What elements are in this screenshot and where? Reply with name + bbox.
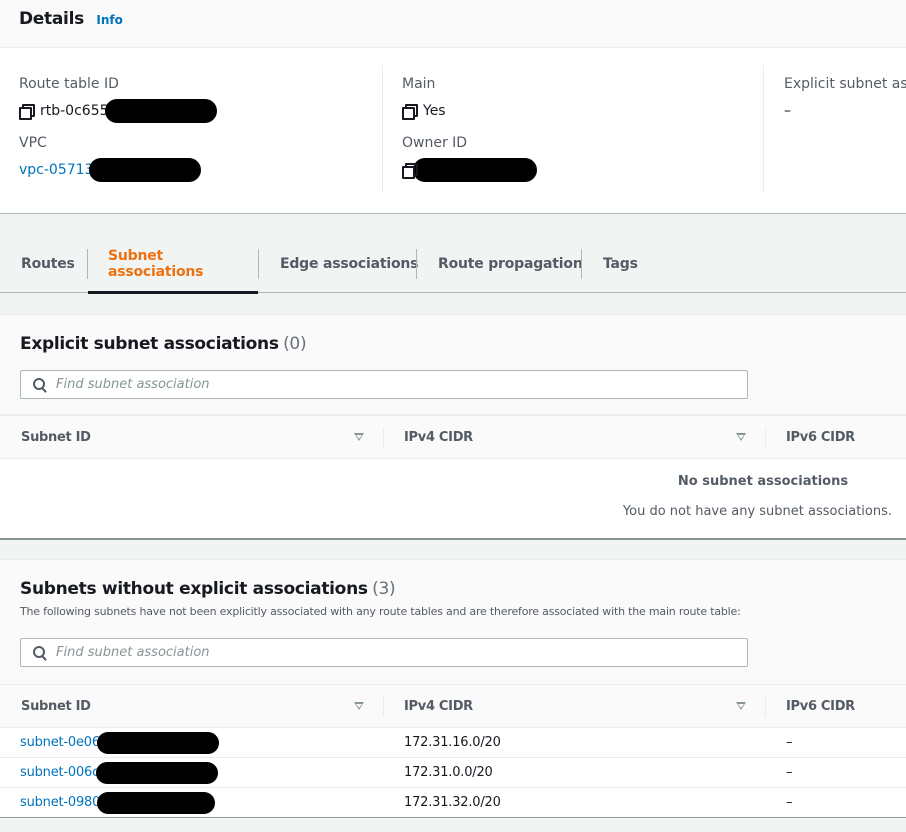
implicit-associations-container: Subnets without explicit associations (3… (0, 559, 906, 819)
redaction-mark (89, 158, 202, 182)
route-table-id-value: rtb-0c655 (40, 103, 109, 119)
copy-icon[interactable] (19, 104, 35, 120)
column-resizer[interactable] (383, 697, 384, 717)
redaction-mark (97, 791, 216, 814)
column-resizer[interactable] (765, 428, 766, 448)
explicit-subnet-associations-field: Explicit subnet asso – (784, 76, 906, 121)
table-row: subnet-0e06 172.31.16.0/20 – (0, 728, 906, 758)
details-column-1: Route table ID rtb-0c655 VPC vpc-05713 (0, 65, 382, 193)
tab-tags[interactable]: Tags (603, 248, 638, 293)
tab-edge-associations[interactable]: Edge associations (280, 248, 418, 293)
explicit-subnet-associations-value: – (784, 103, 791, 119)
main-value: Yes (423, 103, 446, 119)
copy-icon[interactable] (402, 104, 418, 120)
column-header-ipv4-cidr[interactable]: IPv4 CIDR (404, 416, 473, 458)
details-column-3: Explicit subnet asso – (763, 65, 906, 193)
details-panel: Details Info Route table ID rtb-0c655 VP… (0, 0, 906, 214)
implicit-associations-title: Subnets without explicit associations (20, 579, 368, 599)
tab-separator (581, 249, 582, 279)
implicit-table-header: Subnet ID IPv4 CIDR IPv6 CIDR (0, 684, 906, 728)
explicit-associations-title: Explicit subnet associations (20, 334, 279, 354)
column-resizer[interactable] (383, 428, 384, 448)
implicit-search-input[interactable] (56, 645, 736, 660)
empty-state-description: You do not have any subnet associations. (622, 504, 892, 519)
details-title: Details (19, 9, 84, 29)
ipv6-cidr-cell: – (786, 795, 793, 810)
explicit-search-input[interactable] (56, 377, 736, 392)
sort-icon[interactable] (736, 702, 746, 710)
column-header-ipv6-cidr[interactable]: IPv6 CIDR (786, 685, 855, 727)
explicit-search-field[interactable] (20, 370, 748, 399)
column-resizer[interactable] (765, 697, 766, 717)
search-icon (33, 645, 47, 660)
column-header-ipv4-cidr[interactable]: IPv4 CIDR (404, 685, 473, 727)
vpc-label: VPC (19, 135, 47, 151)
sort-icon[interactable] (354, 702, 364, 710)
implicit-search-field[interactable] (20, 638, 748, 667)
sort-icon[interactable] (736, 433, 746, 441)
details-header: Details Info (0, 0, 906, 48)
column-header-subnet-id[interactable]: Subnet ID (21, 685, 91, 727)
redaction-mark (104, 99, 217, 123)
route-table-id-field: Route table ID rtb-0c655 (19, 76, 382, 123)
column-header-ipv6-cidr[interactable]: IPv6 CIDR (786, 416, 855, 458)
explicit-table-header: Subnet ID IPv4 CIDR IPv6 CIDR (0, 415, 906, 459)
tab-separator (258, 249, 259, 279)
ipv6-cidr-cell: – (786, 735, 793, 750)
column-header-subnet-id[interactable]: Subnet ID (21, 416, 91, 458)
tab-bar: Routes Subnet associations Edge associat… (0, 215, 906, 294)
vpc-field: VPC vpc-05713 (19, 135, 382, 182)
tab-route-propagation[interactable]: Route propagation (438, 248, 583, 293)
tab-separator (416, 249, 417, 279)
table-row: subnet-0980 172.31.32.0/20 – (0, 788, 906, 818)
implicit-associations-count: (3) (372, 579, 396, 599)
explicit-subnet-associations-label: Explicit subnet asso (784, 76, 906, 92)
ipv6-cidr-cell: – (786, 765, 793, 780)
subnet-id-link[interactable]: subnet-006c (20, 765, 99, 780)
explicit-associations-count: (0) (283, 334, 307, 354)
owner-id-field: Owner ID (402, 135, 763, 182)
route-table-id-label: Route table ID (19, 76, 119, 92)
implicit-associations-description: The following subnets have not been expl… (20, 605, 741, 618)
main-label: Main (402, 76, 436, 92)
table-row: subnet-006c 172.31.0.0/20 – (0, 758, 906, 788)
redaction-mark (96, 731, 219, 754)
tab-subnet-associations[interactable]: Subnet associations (88, 248, 258, 294)
ipv4-cidr-cell: 172.31.0.0/20 (404, 765, 493, 780)
explicit-associations-container: Explicit subnet associations (0) Subnet … (0, 314, 906, 540)
details-column-2: Main Yes Owner ID (382, 65, 763, 193)
sort-icon[interactable] (354, 433, 364, 441)
subnet-id-link[interactable]: subnet-0e06 (20, 735, 100, 750)
vpc-link[interactable]: vpc-05713 (19, 162, 93, 178)
empty-state-title: No subnet associations (677, 474, 849, 489)
redaction-mark (413, 158, 537, 182)
subnet-id-link[interactable]: subnet-0980 (20, 795, 100, 810)
ipv4-cidr-cell: 172.31.32.0/20 (404, 795, 501, 810)
tab-routes[interactable]: Routes (21, 248, 75, 293)
ipv4-cidr-cell: 172.31.16.0/20 (404, 735, 501, 750)
redaction-mark (96, 761, 219, 784)
search-icon (33, 377, 47, 392)
owner-id-label: Owner ID (402, 135, 468, 151)
explicit-associations-header: Explicit subnet associations (0) (0, 315, 906, 415)
info-link[interactable]: Info (96, 13, 122, 27)
main-field: Main Yes (402, 76, 763, 121)
copy-icon[interactable] (402, 163, 418, 179)
